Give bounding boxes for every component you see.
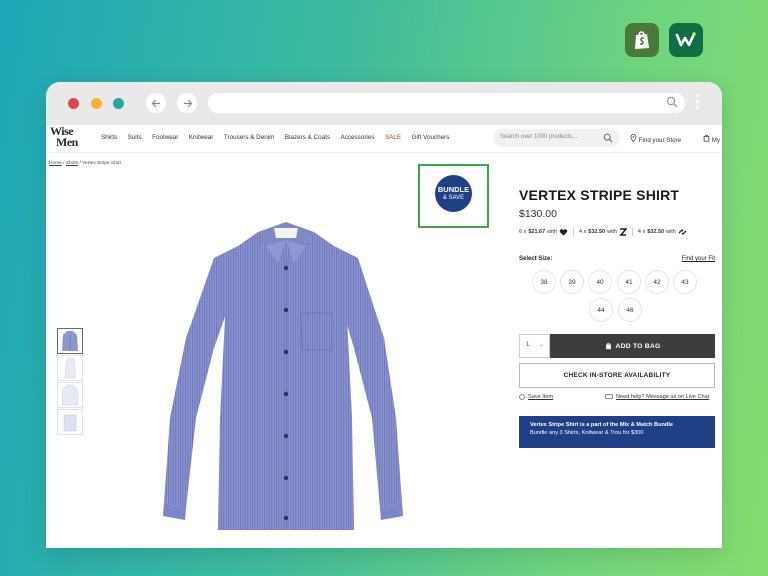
add-to-bag-button[interactable]: ADD TO BAG — [550, 334, 715, 358]
bundle-info-banner[interactable]: Vertex Stripe Shirt is a part of the Mix… — [519, 416, 715, 448]
installment-option[interactable]: 4 x $32.50 with — [638, 228, 687, 236]
nav-footwear[interactable]: Footwear — [152, 134, 178, 141]
nav-gift-vouchers[interactable]: Gift Vouchers — [412, 134, 450, 141]
browser-window: Wise Men Shirts Suits Footwear Knitwear … — [46, 82, 722, 548]
nav-sale[interactable]: SALE — [385, 134, 401, 141]
nav-accessories[interactable]: Accessories — [341, 134, 375, 141]
location-pin-icon — [630, 134, 637, 143]
site-search-input[interactable]: Search over 1000 products... — [493, 129, 620, 147]
size-option-42[interactable]: 42 — [645, 270, 669, 294]
breadcrumb-home[interactable]: Home — [49, 161, 62, 166]
back-button[interactable] — [146, 93, 166, 113]
size-option-41[interactable]: 41 — [617, 270, 641, 294]
thumbnail-back[interactable] — [57, 382, 83, 408]
chat-icon — [605, 394, 613, 400]
nav-trousers-denim[interactable]: Trousers & Denim — [224, 134, 275, 141]
size-option-43[interactable]: 43 — [673, 270, 697, 294]
thumbnail-detail[interactable] — [57, 409, 83, 435]
size-option-44[interactable]: 44 — [589, 298, 613, 322]
nav-shirts[interactable]: Shirts — [101, 134, 117, 141]
main-nav: Shirts Suits Footwear Knitwear Trousers … — [101, 134, 460, 141]
chevron-down-icon: ⌄ — [538, 342, 544, 348]
minimize-window-button[interactable] — [91, 98, 102, 109]
arrow-right-icon — [183, 99, 192, 107]
afterpay-icon — [678, 229, 687, 235]
circle-icon — [519, 394, 525, 400]
wise-men-logo[interactable]: Wise Men — [50, 125, 78, 148]
bag-icon — [605, 342, 611, 350]
bundle-save-badge[interactable]: BUNDLE & SAVE — [435, 175, 472, 212]
thumbnail-side[interactable] — [57, 355, 83, 381]
breadcrumb: Home / Shirts / Vertex Stripe Shirt — [49, 161, 121, 166]
product-price: $130.00 — [519, 208, 557, 220]
site-header: Wise Men Shirts Suits Footwear Knitwear … — [46, 125, 722, 153]
nav-blazers-coats[interactable]: Blazers & Coats — [285, 134, 330, 141]
quantity-select[interactable]: 1 ⌄ — [519, 334, 550, 358]
close-window-button[interactable] — [68, 98, 79, 109]
check-in-store-button[interactable]: CHECK IN-STORE AVAILABILITY — [519, 363, 715, 388]
size-option-40[interactable]: 40 — [588, 270, 612, 294]
heart-icon — [559, 228, 568, 236]
arrow-left-icon — [151, 99, 160, 107]
size-option-38[interactable]: 38 — [532, 270, 556, 294]
wiser-app-icon[interactable] — [669, 23, 703, 57]
browser-toolbar — [46, 82, 722, 125]
installment-option[interactable]: 4 x $32.50 with — [579, 228, 627, 236]
size-option-46[interactable]: 46 — [618, 298, 642, 322]
shopify-app-icon[interactable] — [625, 23, 659, 57]
installment-option[interactable]: 6 x $21.67 with — [519, 228, 568, 236]
zip-icon — [619, 228, 627, 236]
size-option-39[interactable]: 39 — [560, 270, 584, 294]
thumbnail-front[interactable] — [57, 328, 83, 354]
address-bar[interactable] — [208, 93, 685, 113]
search-icon — [666, 96, 678, 108]
more-menu-icon[interactable] — [696, 94, 700, 112]
breadcrumb-shirts[interactable]: Shirts — [66, 161, 78, 166]
find-your-fit-link[interactable]: Find your Fit — [682, 256, 715, 262]
search-icon[interactable] — [603, 133, 613, 143]
nav-knitwear[interactable]: Knitwear — [189, 134, 214, 141]
product-info: VERTEX STRIPE SHIRT $130.00 6 x $21.67 w… — [519, 187, 715, 236]
save-item-link[interactable]: Save Item — [519, 394, 553, 400]
product-thumbnails — [57, 328, 83, 436]
bundle-badge-highlight: BUNDLE & SAVE — [418, 164, 489, 228]
maximize-window-button[interactable] — [113, 98, 124, 109]
find-store-link[interactable]: Find your Store — [630, 134, 681, 144]
size-selector: Select Size: Find your Fit 38 39 40 41 4… — [519, 256, 715, 322]
product-image[interactable] — [156, 218, 416, 543]
breadcrumb-current: Vertex Stripe Shirt — [82, 161, 121, 166]
forward-button[interactable] — [177, 93, 197, 113]
product-title: VERTEX STRIPE SHIRT — [519, 187, 680, 203]
my-bag-link[interactable]: My — [703, 134, 720, 144]
nav-suits[interactable]: Suits — [128, 134, 142, 141]
live-chat-link[interactable]: Need help? Message us on Live Chat — [605, 394, 709, 400]
bag-icon — [703, 134, 710, 142]
installment-options: 6 x $21.67 with 4 x $32.50 with 4 x $32.… — [519, 228, 715, 236]
